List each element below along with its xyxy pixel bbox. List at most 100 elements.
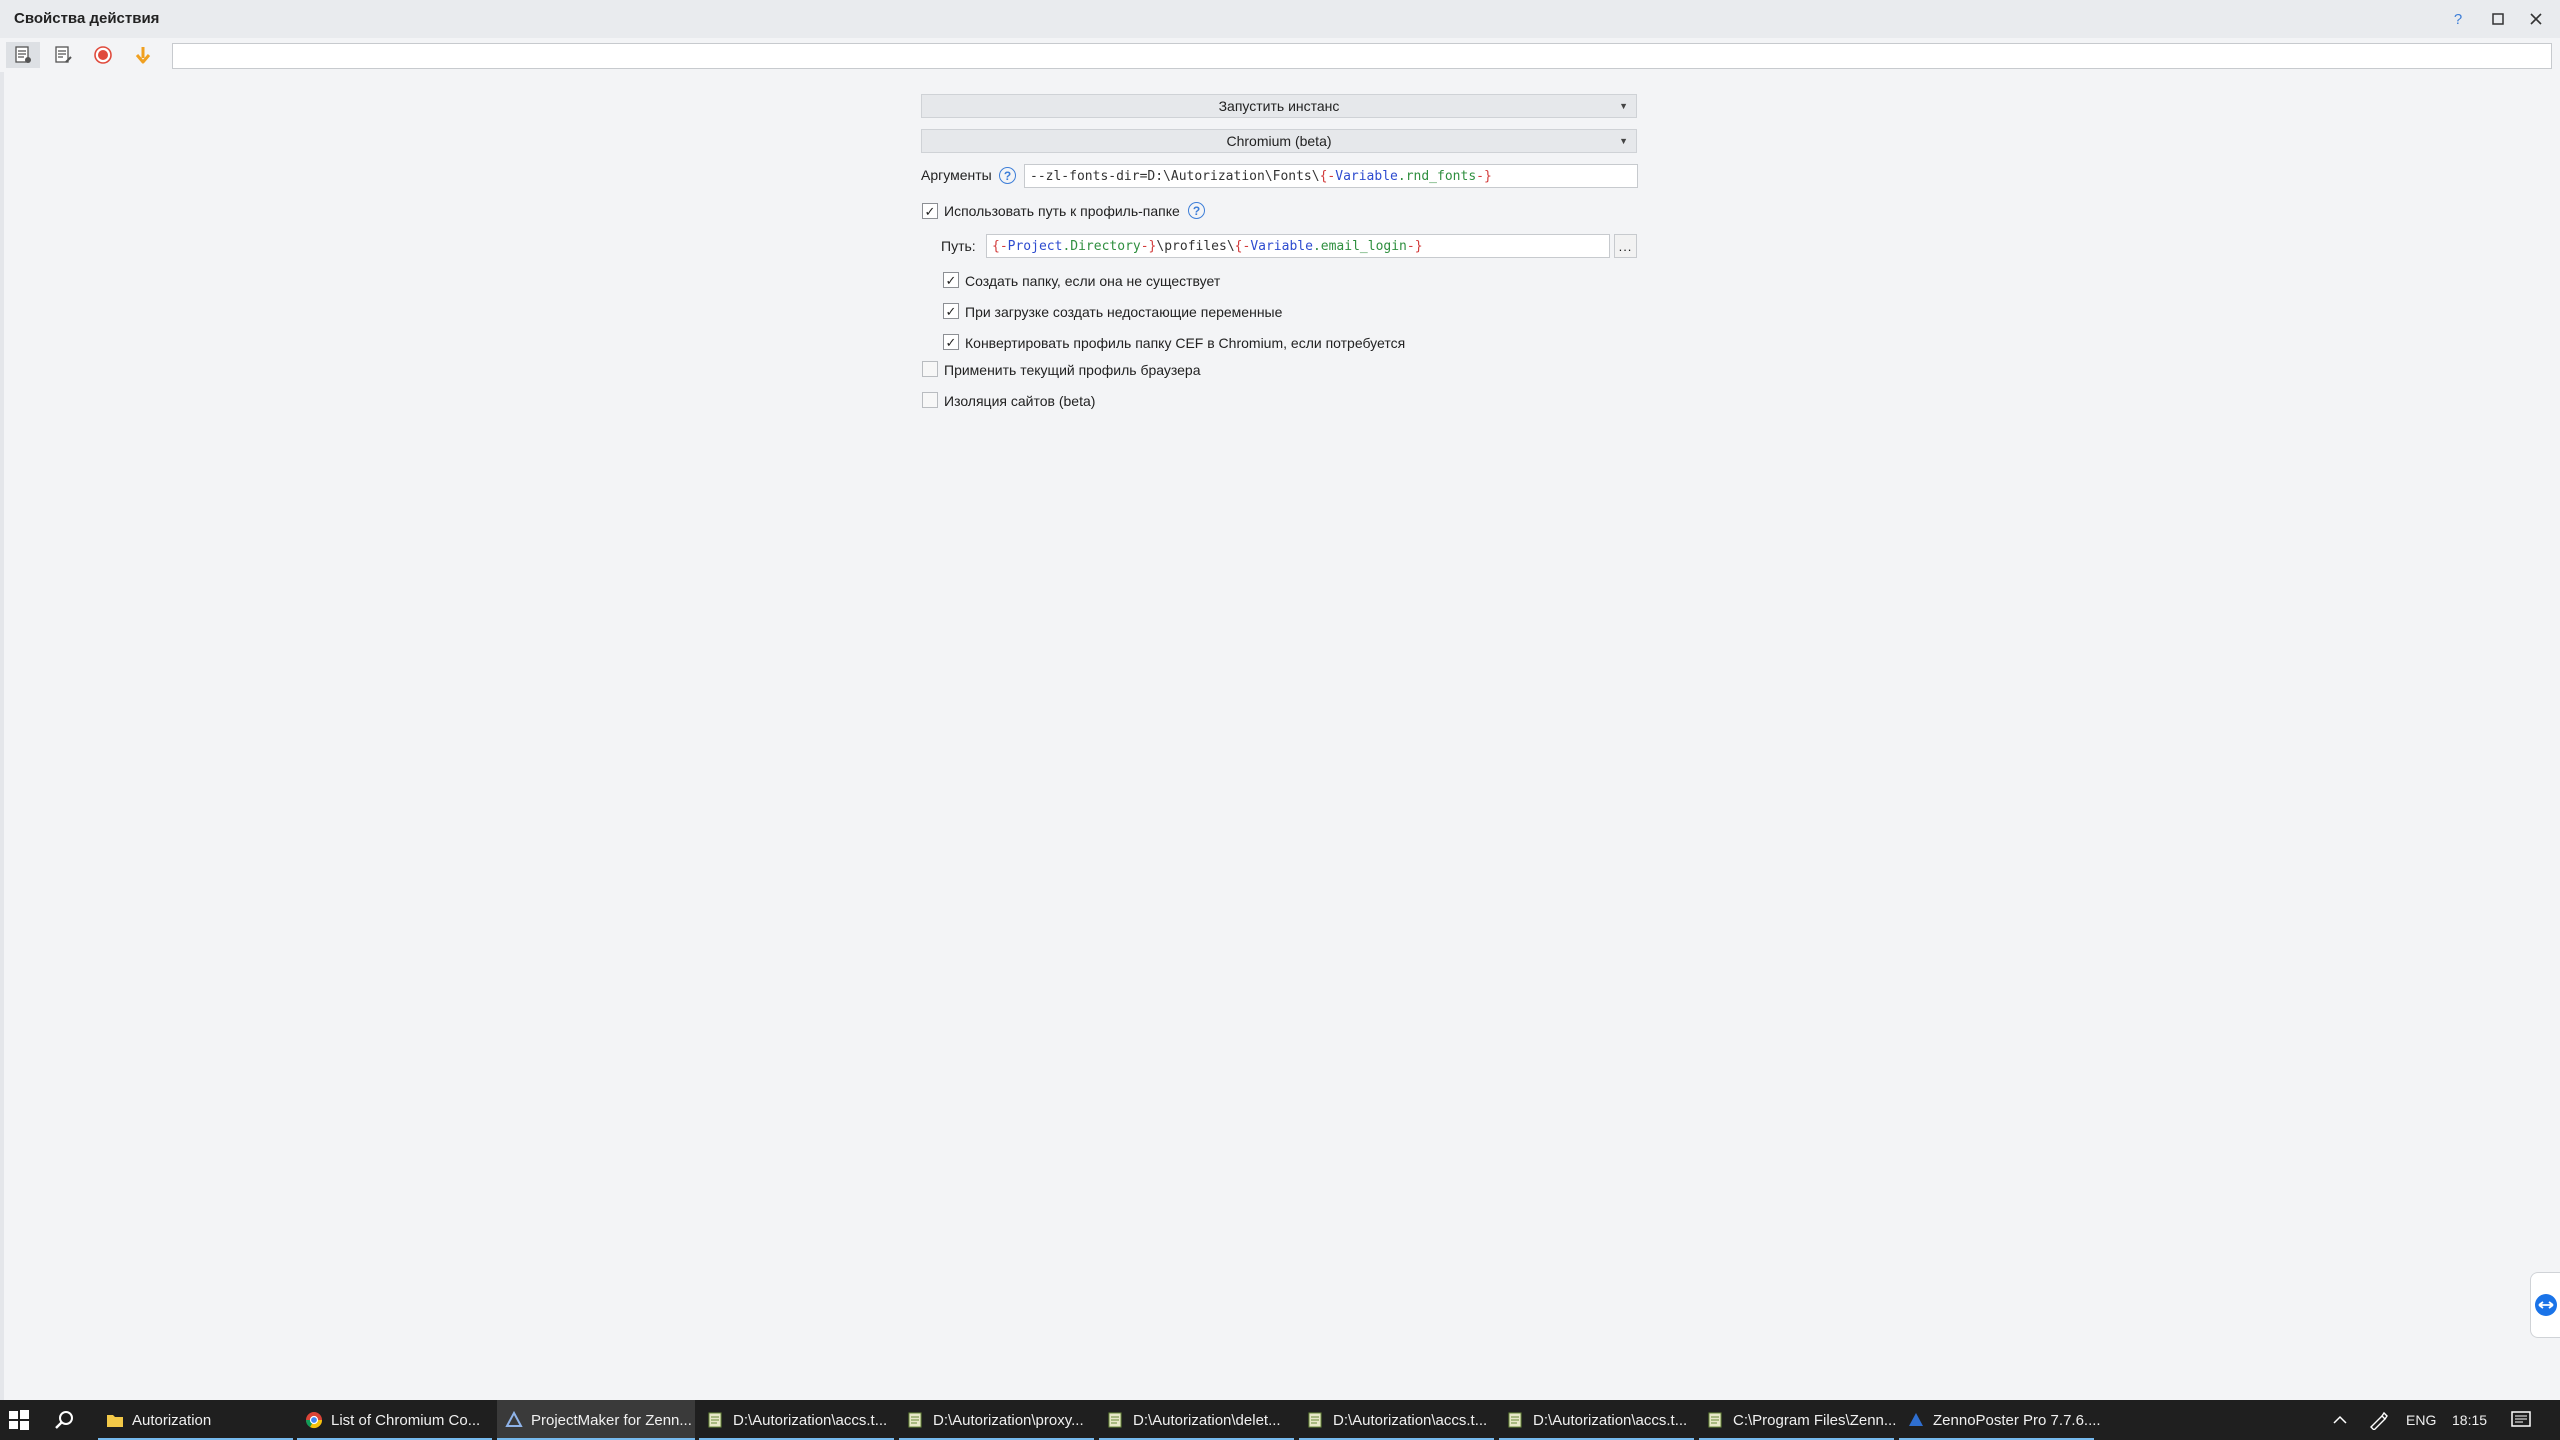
browse-button[interactable]: ... [1614,234,1637,258]
path-token: {- [992,238,1008,254]
taskbar-item-label: D:\Autorization\delet... [1133,1411,1281,1429]
apply-browser-profile-label: Применить текущий профиль браузера [944,362,1201,378]
projectmaker-icon [505,1411,523,1427]
use-profile-help-icon[interactable]: ? [1188,202,1205,219]
taskbar-item-label: D:\Autorization\accs.t... [1333,1411,1488,1429]
properties-view-button[interactable] [6,42,40,68]
left-border [0,38,4,1400]
chevron-down-icon: ▼ [1619,101,1628,111]
create-folder-label: Создать папку, если она не существует [965,273,1221,289]
arguments-token: {- [1319,168,1336,184]
notepad-icon [708,1412,722,1428]
close-icon [2530,13,2542,25]
taskbar-item-autorization[interactable]: Autorization [98,1400,293,1440]
notepad-icon [1708,1412,1722,1428]
arguments-token: -} [1476,168,1492,184]
create-variables-checkbox[interactable]: ✓ [943,303,959,319]
edit-document-icon [55,46,72,63]
search-button[interactable] [54,1409,78,1431]
path-token: -} [1406,238,1423,254]
record-button[interactable] [86,42,120,68]
chevron-down-icon: ▼ [1619,136,1628,146]
arguments-help-icon[interactable]: ? [999,167,1016,184]
action-dropdown[interactable]: Запустить инстанс ▼ [921,94,1637,118]
arguments-token: Variable [1335,168,1398,184]
site-isolation-checkbox[interactable] [922,392,938,408]
arguments-input[interactable]: --zl-fonts-dir=D:\Autorization\Fonts\ {- V… [1024,164,1638,188]
path-token: {- [1234,238,1251,254]
zennoposter-icon [1909,1413,1923,1426]
taskbar-item-notepad[interactable]: D:\Autorization\accs.t... [699,1400,894,1440]
convert-profile-label: Конвертировать профиль папку CEF в Chrom… [965,335,1406,351]
arguments-token: .rnd_fonts [1397,168,1477,184]
arguments-token: --zl-fonts-dir=D:\Autorization\Fonts\ [1030,168,1320,184]
apply-browser-profile-checkbox[interactable] [922,361,938,377]
path-token: -} [1140,238,1157,254]
create-folder-checkbox[interactable]: ✓ [943,272,959,288]
taskbar-item-label: C:\Program Files\Zenn... [1733,1411,1897,1429]
help-button[interactable]: ? [2440,6,2476,32]
chrome-icon [305,1412,323,1429]
taskbar-item-label: ZennoPoster Pro 7.7.6.... [1933,1411,2101,1429]
path-token: .Directory [1062,238,1141,254]
clock[interactable]: 18:15 [2452,1400,2487,1440]
toolbar-search-input[interactable] [172,43,2552,69]
maximize-button[interactable] [2480,6,2516,32]
notepad-icon [1108,1412,1122,1428]
action-dropdown-value: Запустить инстанс [1218,98,1340,114]
start-button[interactable] [8,1409,32,1431]
use-profile-label: Использовать путь к профиль-папке [944,203,1180,219]
convert-profile-checkbox[interactable]: ✓ [943,334,959,350]
teamviewer-icon [2535,1294,2557,1316]
edit-properties-button[interactable] [46,42,80,68]
taskbar-item-notepad[interactable]: D:\Autorization\delet... [1099,1400,1294,1440]
arrow-down-icon [135,47,151,64]
taskbar-item-label: ProjectMaker for Zenn... [531,1411,692,1429]
chevron-up-icon [2333,1415,2347,1424]
download-button[interactable] [126,42,160,68]
site-isolation-label: Изоляция сайтов (beta) [944,393,1096,409]
window-title: Свойства действия [14,10,160,27]
notifications-button[interactable] [2510,1400,2532,1440]
path-token: .email_login [1312,238,1407,254]
create-variables-label: При загрузке создать недостающие перемен… [965,304,1283,320]
notification-icon [2511,1411,2531,1427]
path-token: Project [1007,238,1063,254]
taskbar-item-notepad[interactable]: D:\Autorization\accs.t... [1299,1400,1494,1440]
path-input[interactable]: {- Project .Directory -} \profiles\ {- Variabl… [986,234,1610,258]
path-token: Variable [1250,238,1313,254]
notepad-icon [908,1412,922,1428]
taskbar-item-notepad[interactable]: D:\Autorization\proxy... [899,1400,1094,1440]
path-token: \profiles\ [1156,238,1235,254]
taskbar-item-label: D:\Autorization\proxy... [933,1411,1084,1429]
use-profile-checkbox[interactable]: ✓ [922,203,938,219]
arguments-label: Аргументы [921,167,992,183]
taskbar-item-label: List of Chromium Co... [331,1411,481,1429]
show-hidden-icons-button[interactable] [2332,1400,2348,1440]
close-button[interactable] [2518,6,2554,32]
pen-icon [2370,1411,2388,1430]
browser-dropdown[interactable]: Chromium (beta) ▼ [921,129,1637,153]
title-bar [0,0,2560,39]
record-icon [94,46,112,64]
language-indicator[interactable]: ENG [2406,1400,2436,1440]
notepad-icon [1508,1412,1522,1428]
taskbar-item-chrome[interactable]: List of Chromium Co... [297,1400,492,1440]
maximize-icon [2492,13,2504,25]
taskbar-item-notepad[interactable]: D:\Autorization\accs.t... [1499,1400,1694,1440]
notepad-icon [1308,1412,1322,1428]
taskbar-item-notepad[interactable]: C:\Program Files\Zenn... [1699,1400,1897,1440]
search-icon [55,1411,73,1429]
taskbar-item-label: D:\Autorization\accs.t... [1533,1411,1688,1429]
pen-tray-button[interactable] [2368,1400,2388,1440]
windows-logo-icon [9,1410,29,1430]
taskbar-item-label: Autorization [132,1411,212,1429]
taskbar-item-label: D:\Autorization\accs.t... [733,1411,888,1429]
path-label: Путь: [941,238,976,254]
taskbar-item-zennoposter[interactable]: ZennoPoster Pro 7.7.6.... [1899,1400,2101,1440]
properties-list-icon [15,46,31,63]
remote-control-widget[interactable] [2530,1272,2560,1338]
browser-dropdown-value: Chromium (beta) [1226,133,1332,149]
folder-icon [107,1415,123,1427]
taskbar-item-projectmaker[interactable]: ProjectMaker for Zenn... [497,1400,695,1440]
